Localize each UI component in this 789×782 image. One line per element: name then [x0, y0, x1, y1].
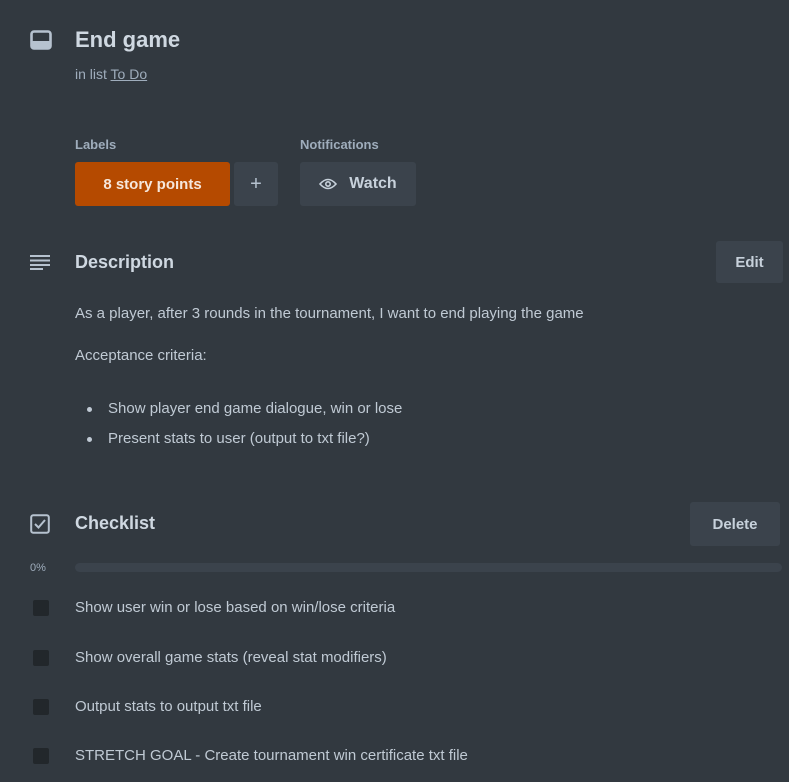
- checklist-item-text[interactable]: Show overall game stats (reveal stat mod…: [75, 649, 387, 666]
- checklist-checkbox[interactable]: [33, 600, 49, 616]
- criteria-item: Present stats to user (output to txt fil…: [75, 424, 402, 454]
- label-chip[interactable]: 8 story points: [75, 162, 230, 206]
- list-link[interactable]: To Do: [111, 66, 148, 82]
- checklist-icon: [30, 514, 50, 534]
- checklist-checkbox[interactable]: [33, 748, 49, 764]
- checklist-item-text[interactable]: Output stats to output txt file: [75, 698, 262, 715]
- eye-icon: [319, 178, 338, 190]
- checklist-item[interactable]: Output stats to output txt file: [0, 687, 789, 727]
- labels-heading: Labels: [75, 137, 117, 152]
- in-list-prefix: in list: [75, 66, 107, 82]
- checklist-checkbox[interactable]: [33, 699, 49, 715]
- acceptance-criteria-heading: Acceptance criteria:: [75, 347, 207, 364]
- watch-button[interactable]: Watch: [300, 162, 416, 206]
- description-heading: Description: [75, 252, 175, 272]
- checklist-item-text[interactable]: Show user win or lose based on win/lose …: [75, 599, 395, 616]
- progress-percent: 0%: [30, 562, 46, 574]
- checklist-item-text[interactable]: STRETCH GOAL - Create tournament win cer…: [75, 747, 468, 764]
- watch-label: Watch: [349, 175, 397, 192]
- card-detail-panel: End game in list To Do Labels 8 story po…: [0, 0, 789, 782]
- progress-bar: [75, 563, 782, 572]
- checklist-heading: Checklist: [75, 513, 156, 533]
- checklist-item[interactable]: Show overall game stats (reveal stat mod…: [0, 638, 789, 678]
- criteria-item: Show player end game dialogue, win or lo…: [75, 394, 402, 424]
- notifications-heading: Notifications: [300, 137, 379, 152]
- checklist-item[interactable]: STRETCH GOAL - Create tournament win cer…: [0, 736, 789, 776]
- description-paragraph[interactable]: As a player, after 3 rounds in the tourn…: [75, 305, 584, 322]
- description-lines-icon: [30, 254, 50, 270]
- checklist-item[interactable]: Show user win or lose based on win/lose …: [0, 588, 789, 628]
- card-title[interactable]: End game: [75, 27, 180, 53]
- delete-checklist-button[interactable]: Delete: [690, 502, 780, 546]
- checklist-checkbox[interactable]: [33, 650, 49, 666]
- card-icon: [30, 30, 52, 50]
- criteria-list: Show player end game dialogue, win or lo…: [75, 394, 402, 454]
- add-label-button[interactable]: +: [234, 162, 278, 206]
- edit-description-button[interactable]: Edit: [716, 241, 783, 283]
- in-list-text: in list To Do: [75, 66, 147, 82]
